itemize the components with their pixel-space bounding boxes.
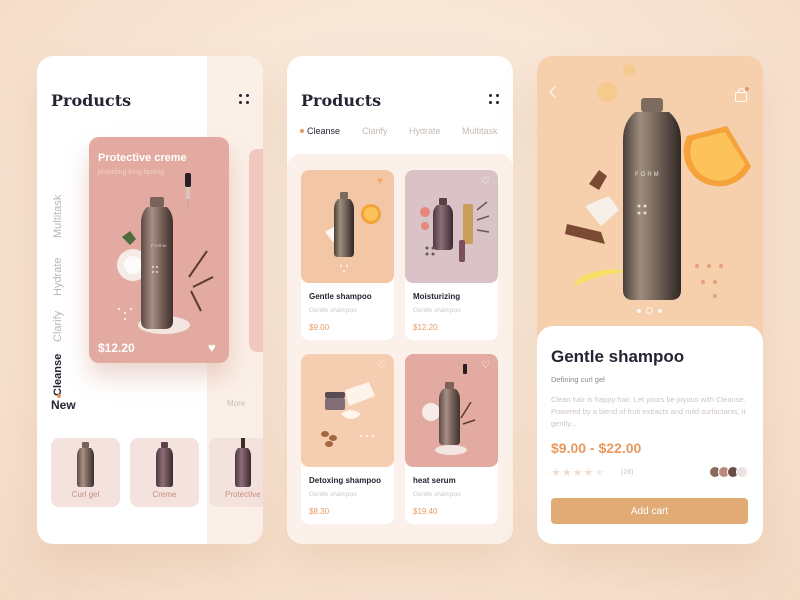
- grid-menu-icon[interactable]: [239, 94, 249, 104]
- grid-menu-icon[interactable]: [489, 94, 499, 104]
- star-filled-icon[interactable]: ★: [551, 467, 562, 479]
- tab-clarify[interactable]: Clarify: [362, 126, 388, 136]
- tab-cleanse[interactable]: Cleanse: [299, 126, 340, 136]
- product-image: ♥: [301, 170, 394, 283]
- featured-product-price: $12.20: [98, 341, 135, 355]
- page-title: Products: [51, 91, 132, 110]
- product-subtitle: Gentle shampoo: [413, 491, 461, 498]
- carousel-dot[interactable]: [658, 309, 662, 313]
- product-image: ♡: [405, 170, 498, 283]
- heart-icon[interactable]: ♥: [208, 340, 216, 355]
- hero-product-image: FORM: [565, 64, 751, 300]
- product-subtitle: Defining curl gel: [551, 375, 605, 384]
- products-grid-screen: Products Cleanse Clarify Hydrate Multita…: [287, 56, 513, 544]
- carousel-dot[interactable]: [637, 309, 641, 313]
- product-price: $12.20: [413, 323, 438, 332]
- product-subtitle: Gentle shampoo: [309, 491, 357, 498]
- product-card[interactable]: ♥ Gentle shampoo Gentle shampoo $9.00: [301, 170, 394, 340]
- new-product-card[interactable]: Protective: [209, 438, 263, 507]
- product-name: heat serum: [413, 476, 456, 485]
- page-title: Products: [301, 91, 382, 110]
- add-cart-button[interactable]: Add cart: [551, 498, 748, 524]
- product-name: Gentle shampoo: [309, 292, 372, 301]
- review-count: (28): [621, 469, 634, 476]
- more-link[interactable]: More: [227, 399, 245, 408]
- new-product-name: Curl gel: [71, 490, 100, 499]
- product-title: Gentle shampoo: [551, 347, 685, 366]
- product-image: ♡: [301, 354, 394, 467]
- product-price: $8.30: [309, 507, 330, 516]
- rating-stars[interactable]: ★★★★★: [551, 466, 605, 479]
- product-card[interactable]: ♡ heat serum Gentle shampoo $19.40: [405, 354, 498, 524]
- avatar: [736, 466, 748, 478]
- product-name: Moisturizing: [413, 292, 461, 301]
- product-subtitle: Gentle shampoo: [309, 307, 357, 314]
- tab-hydrate[interactable]: Hydrate: [52, 257, 64, 296]
- product-subtitle: Gentle shampoo: [413, 307, 461, 314]
- heart-outline-icon[interactable]: ♡: [377, 360, 386, 371]
- star-filled-icon[interactable]: ★: [562, 467, 573, 479]
- bottle-brand: FORM: [635, 172, 661, 178]
- product-description: Clean hair is happy hair. Let yours be j…: [551, 395, 746, 428]
- product-grid: ♥ Gentle shampoo Gentle shampoo $9.00 ♡: [287, 154, 513, 544]
- new-product-name: Protective: [225, 490, 261, 499]
- star-filled-icon[interactable]: ★: [584, 467, 595, 479]
- products-carousel-screen: Products Multitask Hydrate Clarify Clean…: [37, 56, 263, 544]
- product-detail-screen: FORM Gentle shampoo Defining curl gel Cl…: [537, 56, 763, 544]
- new-product-card[interactable]: Creme: [130, 438, 199, 507]
- tab-clarify[interactable]: Clarify: [52, 311, 64, 342]
- product-detail-panel: Gentle shampoo Defining curl gel Clean h…: [537, 326, 763, 544]
- product-card[interactable]: ♡ Moisturizing Gentle shampoo $12.20: [405, 170, 498, 340]
- product-price: $9.00: [309, 323, 330, 332]
- product-price-range: $9.00 - $22.00: [551, 440, 642, 456]
- heart-outline-icon[interactable]: ♡: [481, 176, 490, 187]
- star-empty-icon[interactable]: ★: [595, 467, 606, 479]
- product-image: ♡: [405, 354, 498, 467]
- new-product-name: Creme: [152, 490, 177, 499]
- shopping-bag-icon[interactable]: [735, 87, 749, 102]
- featured-product-image: FORM: [117, 173, 214, 334]
- next-product-card-peek[interactable]: [249, 149, 263, 352]
- heart-icon[interactable]: ♥: [377, 176, 383, 187]
- carousel-dot-active[interactable]: [646, 307, 653, 314]
- tab-cleanse[interactable]: Cleanse: [52, 354, 64, 396]
- product-name: Detoxing shampoo: [309, 476, 382, 485]
- tab-hydrate[interactable]: Hydrate: [409, 126, 441, 136]
- new-product-card[interactable]: Curl gel: [51, 438, 120, 507]
- tab-multitask[interactable]: Multitask: [52, 195, 64, 238]
- heart-outline-icon[interactable]: ♡: [481, 360, 490, 371]
- product-price: $19.40: [413, 507, 438, 516]
- product-card[interactable]: ♡ Detoxing shampoo Gentle shampoo $8.30: [301, 354, 394, 524]
- new-section-title: New: [51, 398, 76, 412]
- star-filled-icon[interactable]: ★: [573, 467, 584, 479]
- tab-multitask[interactable]: Multitask: [462, 126, 498, 136]
- featured-product-card[interactable]: Protective creme providing long-lasting …: [89, 137, 229, 363]
- bottle-brand: FORM: [151, 243, 167, 248]
